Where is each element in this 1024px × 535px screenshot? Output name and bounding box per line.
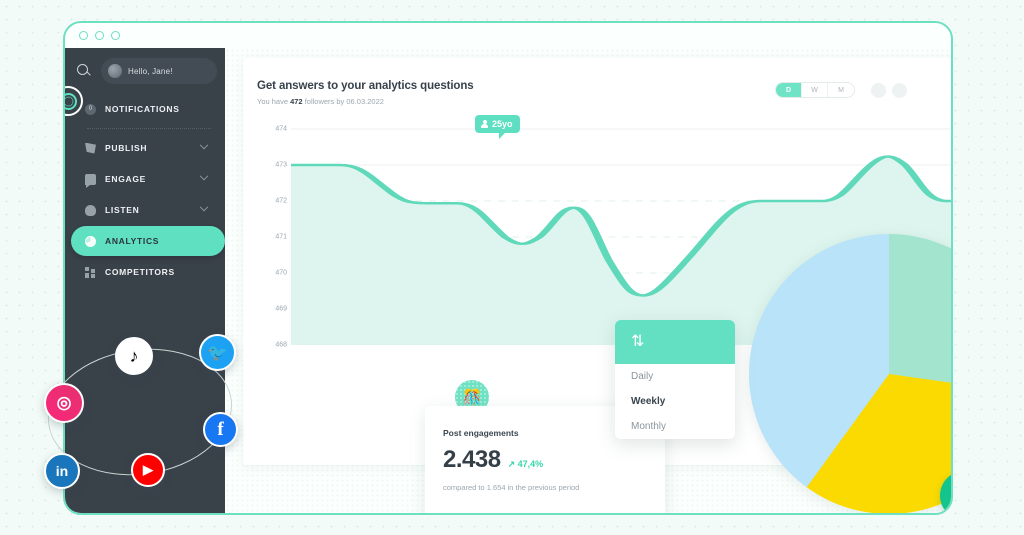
browser-chrome-bar: [65, 23, 951, 48]
sidebar-item-engage[interactable]: ENGAGE: [77, 164, 219, 194]
sidebar-item-listen[interactable]: LISTEN: [77, 195, 219, 225]
kpi-note: compared to 1.654 in the previous period: [443, 483, 580, 492]
chevron-down-icon[interactable]: [199, 171, 209, 181]
avatar: [108, 64, 122, 78]
page-subtitle: You have 472 followers by 06.03.2022: [257, 97, 951, 106]
y-axis-labels: 474 473 472 471 470 469 468: [257, 120, 287, 349]
chevron-down-icon[interactable]: [199, 140, 209, 150]
card-header-controls: D W M: [775, 82, 907, 98]
dropdown-header[interactable]: ⇅: [615, 320, 735, 364]
sidebar-item-label: COMPETITORS: [105, 267, 175, 277]
bell-icon: 0: [85, 103, 96, 115]
listen-icon: [85, 204, 96, 216]
dropdown-option-monthly[interactable]: Monthly: [615, 414, 735, 439]
sidebar-top-row: Hello, Jane!: [65, 56, 225, 86]
range-option-w[interactable]: W: [802, 83, 828, 97]
sidebar-item-competitors[interactable]: COMPETITORS: [77, 257, 219, 287]
window-dot-close[interactable]: [79, 31, 88, 40]
y-tick: 472: [275, 197, 287, 205]
publish-icon: [85, 142, 96, 154]
sidebar-divider: [87, 128, 211, 129]
y-tick: 469: [275, 305, 287, 313]
range-toggle: D W M: [775, 82, 855, 98]
analytics-icon: [85, 235, 96, 247]
repeat-icon: ⇅: [631, 333, 645, 350]
export-buttons: PPT PDF XLS CSV: [940, 471, 951, 513]
sidebar-item-label: NOTIFICATIONS: [105, 104, 180, 114]
sidebar-item-label: ENGAGE: [105, 174, 147, 184]
info-icon-button[interactable]: [871, 82, 886, 98]
sidebar: Hello, Jane! 0 NOTIFICATIONS PUBLISH ENG…: [65, 48, 225, 513]
chart-annotation-bubble: 25yo: [475, 115, 520, 139]
export-ppt-button[interactable]: PPT: [940, 471, 951, 513]
window-body: Hello, Jane! 0 NOTIFICATIONS PUBLISH ENG…: [65, 48, 951, 513]
competitors-icon: [85, 266, 96, 278]
engage-icon: [85, 173, 96, 188]
main-content: Get answers to your analytics questions …: [225, 48, 951, 513]
sidebar-nav: 0 NOTIFICATIONS PUBLISH ENGAGE LISTEN AN…: [65, 94, 225, 287]
sidebar-item-analytics[interactable]: ANALYTICS: [71, 226, 225, 256]
y-tick: 471: [275, 233, 287, 241]
frequency-dropdown[interactable]: ⇅ Daily Weekly Monthly: [615, 320, 735, 439]
header-icon-buttons: [871, 82, 907, 98]
annotation-label: 25yo: [492, 119, 513, 129]
kpi-value-row: 2.438 ↗ 47,4%: [443, 446, 665, 474]
user-greeting-pill[interactable]: Hello, Jane!: [101, 58, 217, 84]
logo-gear-icon: [65, 92, 77, 110]
dropdown-option-weekly[interactable]: Weekly: [615, 389, 735, 414]
dropdown-option-daily[interactable]: Daily: [615, 364, 735, 389]
kpi-value: 2.438: [443, 446, 501, 473]
follower-count: 472: [290, 97, 303, 106]
window-dot-minimize[interactable]: [95, 31, 104, 40]
sidebar-item-notifications[interactable]: 0 NOTIFICATIONS: [77, 94, 219, 124]
window-dot-maximize[interactable]: [111, 31, 120, 40]
sidebar-item-publish[interactable]: PUBLISH: [77, 133, 219, 163]
sidebar-item-label: PUBLISH: [105, 143, 148, 153]
settings-icon-button[interactable]: [892, 82, 907, 98]
kpi-delta: ↗ 47,4%: [507, 459, 544, 469]
chevron-down-icon[interactable]: [199, 202, 209, 212]
range-option-d[interactable]: D: [776, 83, 802, 97]
subtitle-suffix: followers by 06.03.2022: [302, 97, 384, 106]
y-tick: 473: [275, 161, 287, 169]
sidebar-item-label: ANALYTICS: [105, 236, 160, 246]
subtitle-prefix: You have: [257, 97, 291, 106]
browser-window: Hello, Jane! 0 NOTIFICATIONS PUBLISH ENG…: [63, 21, 953, 515]
y-tick: 470: [275, 269, 287, 277]
user-greeting-label: Hello, Jane!: [128, 66, 173, 76]
y-tick: 474: [275, 125, 287, 133]
search-icon[interactable]: [77, 64, 91, 78]
sidebar-item-label: LISTEN: [105, 205, 140, 215]
range-option-m[interactable]: M: [828, 83, 854, 97]
person-icon: [481, 119, 488, 129]
y-tick: 468: [275, 341, 287, 349]
